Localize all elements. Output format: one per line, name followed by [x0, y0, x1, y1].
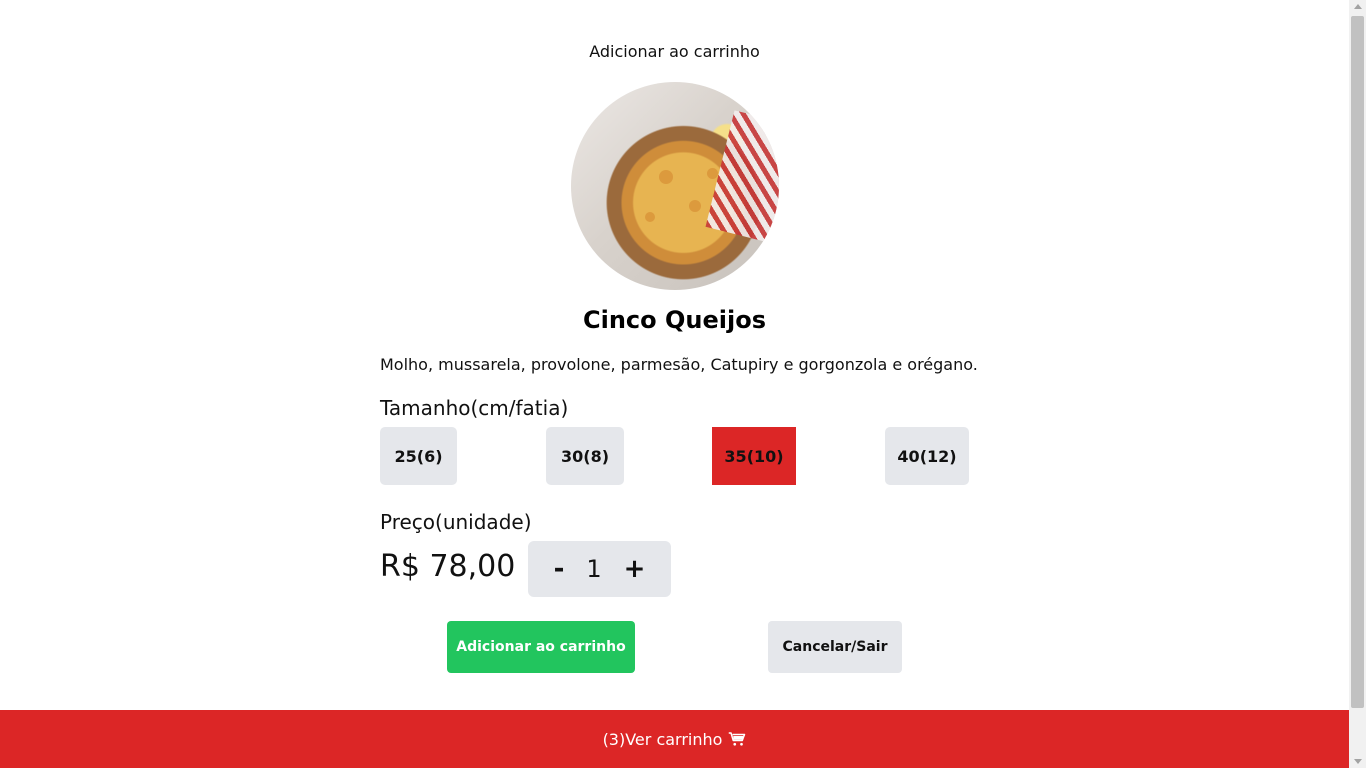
- product-name: Cinco Queijos: [583, 306, 766, 334]
- modal-title: Adicionar ao carrinho: [589, 42, 760, 61]
- size-option-25[interactable]: 25(6): [380, 427, 457, 485]
- product-modal-page: Adicionar ao carrinho Cinco Queijos Molh…: [0, 0, 1349, 768]
- cheese-spot: [707, 168, 718, 179]
- cheese-spot: [689, 200, 701, 212]
- cheese-spot: [645, 212, 655, 222]
- size-label: Tamanho(cm/fatia): [380, 396, 569, 420]
- quantity-increase-button[interactable]: +: [624, 554, 646, 584]
- vertical-scrollbar[interactable]: [1349, 0, 1366, 768]
- quantity-value: 1: [586, 555, 602, 583]
- scroll-thumb[interactable]: [1351, 16, 1364, 708]
- pizza-image: [571, 82, 779, 290]
- price-value: R$ 78,00: [380, 549, 516, 584]
- cheese-spot: [659, 170, 673, 184]
- scroll-up-icon[interactable]: [1354, 4, 1362, 9]
- size-option-40[interactable]: 40(12): [885, 427, 969, 485]
- size-option-35-selected[interactable]: 35(10): [712, 427, 796, 485]
- quantity-stepper: - 1 +: [528, 541, 671, 597]
- quantity-decrease-button[interactable]: -: [554, 554, 565, 584]
- cancel-button[interactable]: Cancelar/Sair: [768, 621, 902, 673]
- view-cart-bar[interactable]: (3)Ver carrinho: [0, 710, 1349, 768]
- product-description: Molho, mussarela, provolone, parmesão, C…: [380, 355, 978, 374]
- price-label: Preço(unidade): [380, 510, 532, 534]
- add-to-cart-button[interactable]: Adicionar ao carrinho: [447, 621, 635, 673]
- cart-icon: [729, 732, 746, 746]
- view-cart-text: (3)Ver carrinho: [602, 729, 723, 749]
- scroll-down-icon[interactable]: [1354, 759, 1362, 764]
- size-option-30[interactable]: 30(8): [546, 427, 624, 485]
